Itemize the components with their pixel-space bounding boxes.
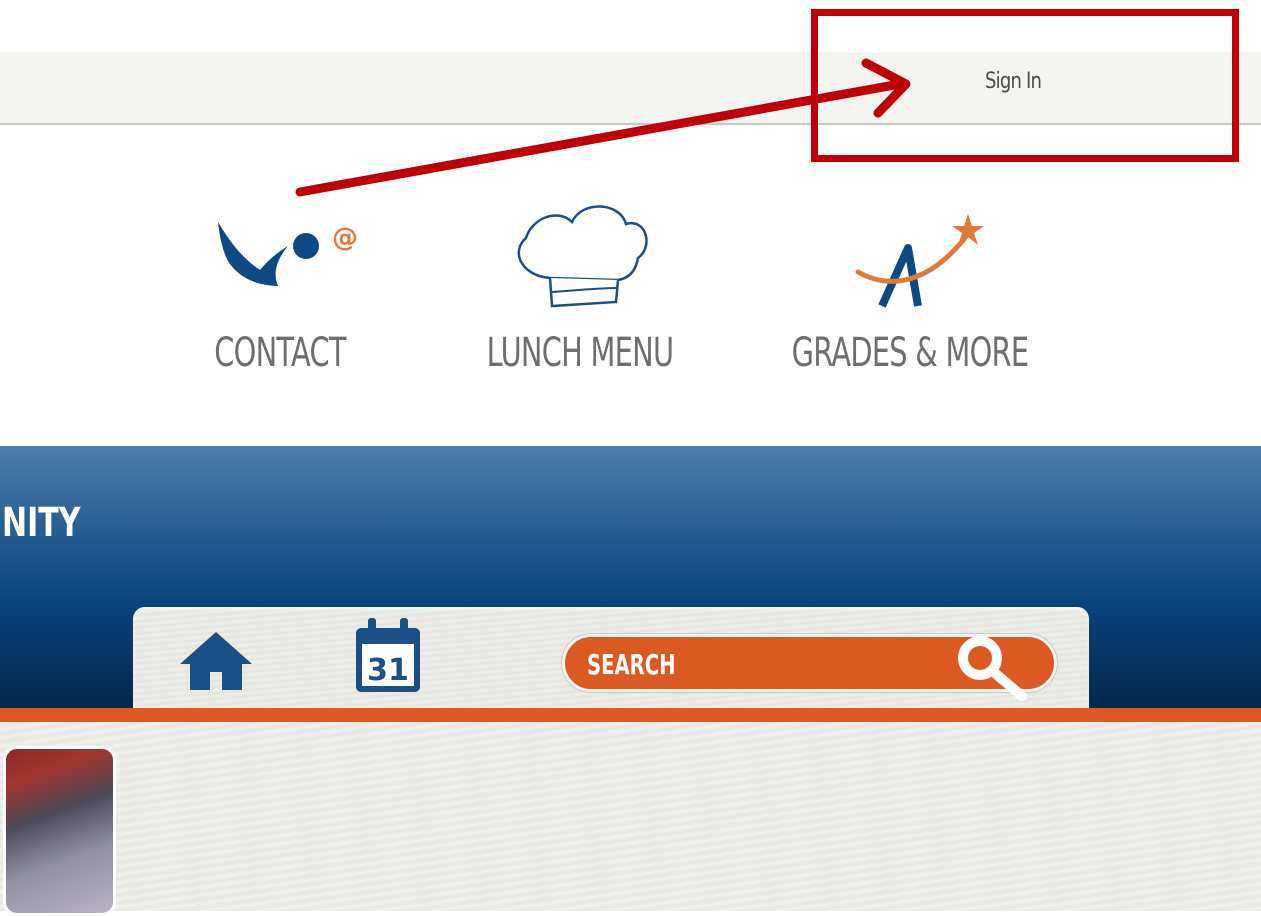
search-button[interactable]	[944, 630, 1040, 702]
contact-label: CONTACT	[214, 330, 346, 376]
calendar-day-number: 31	[367, 653, 409, 688]
accent-divider	[0, 708, 1261, 722]
quick-link-grades[interactable]: GRADES & MORE	[740, 200, 1080, 380]
calendar-button[interactable]: 31	[350, 616, 426, 696]
search-input[interactable]	[587, 645, 818, 683]
feature-photo[interactable]	[3, 746, 116, 916]
content-area	[0, 722, 1261, 911]
lunch-menu-label: LUNCH MENU	[486, 330, 674, 376]
grades-label: GRADES & MORE	[791, 330, 1029, 376]
magnifier-icon	[958, 636, 1027, 701]
grades-a-star-icon	[855, 214, 984, 308]
banner-title-text: NITY	[2, 500, 81, 546]
quick-link-lunch-menu[interactable]: LUNCH MENU	[440, 200, 720, 380]
home-button[interactable]	[178, 630, 254, 692]
quick-link-contact[interactable]: @ CONTACT	[160, 200, 400, 380]
home-icon	[180, 632, 252, 690]
chef-hat-icon	[517, 205, 648, 308]
svg-text:@: @	[332, 223, 358, 253]
calendar-icon: 31	[356, 618, 420, 692]
annotation-highlight-box	[811, 9, 1239, 162]
contact-person-icon: @	[218, 222, 358, 286]
